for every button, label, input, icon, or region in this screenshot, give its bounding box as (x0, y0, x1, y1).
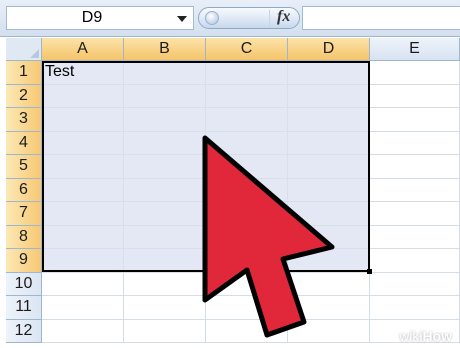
watermark: wikiHow (399, 328, 452, 344)
watermark-suffix: How (422, 328, 452, 344)
spreadsheet-window: D9 fx A B C D E 1 Test 2 3 4 5 6 7 8 9 10 11 12 wikiHow (0, 0, 460, 348)
mouse-pointer-icon (202, 135, 335, 338)
cursor-arrow-shape (202, 135, 335, 338)
watermark-prefix: wiki (399, 328, 423, 344)
